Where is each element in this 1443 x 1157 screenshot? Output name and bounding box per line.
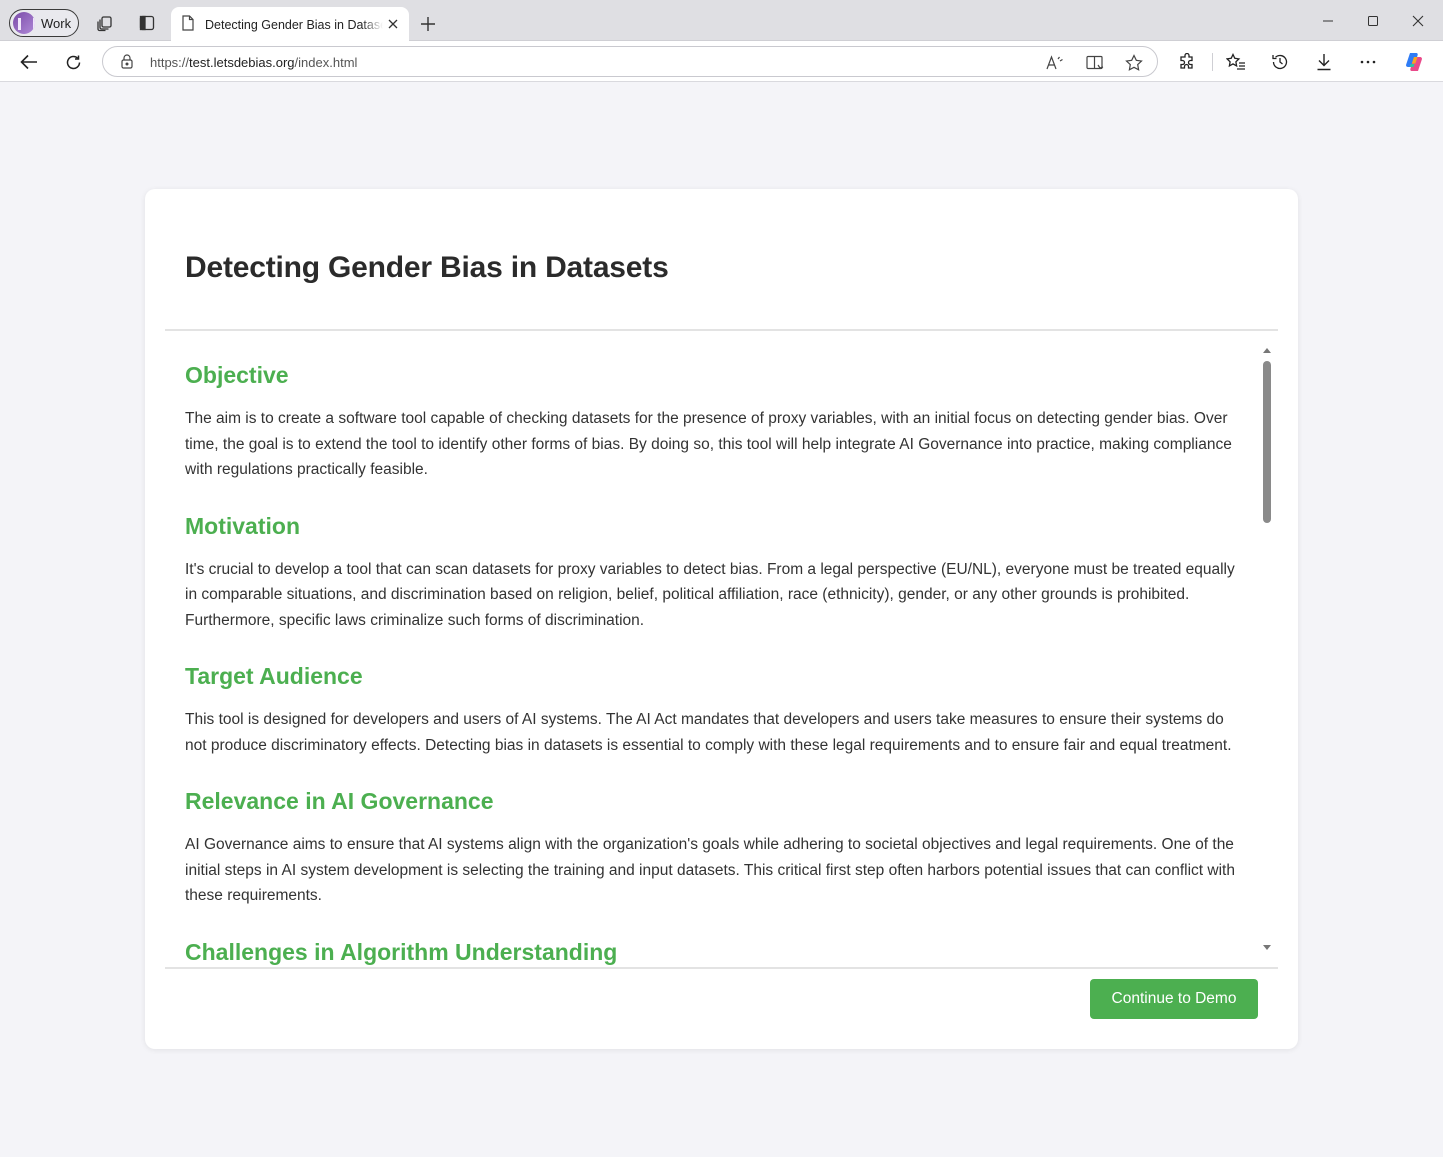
page-icon xyxy=(181,15,195,34)
favorites-icon[interactable] xyxy=(1225,51,1247,73)
maximize-icon[interactable] xyxy=(1361,9,1385,33)
lock-icon[interactable] xyxy=(121,54,133,74)
address-bar[interactable]: https://test.letsdebias.org/index.html xyxy=(102,46,1158,77)
more-icon[interactable] xyxy=(1357,51,1379,73)
section-heading: Target Audience xyxy=(185,663,363,689)
section-heading: Relevance in AI Governance xyxy=(185,788,494,814)
refresh-icon[interactable] xyxy=(62,51,84,73)
scroll-down-icon[interactable] xyxy=(1263,945,1271,950)
section-target-audience: Target Audience This tool is designed fo… xyxy=(185,661,1247,758)
section-challenges: Challenges in Algorithm Understanding xyxy=(185,937,1247,967)
section-text: It's crucial to develop a tool that can … xyxy=(185,560,1235,629)
section-relevance: Relevance in AI Governance AI Governance… xyxy=(185,786,1247,909)
workspaces-icon[interactable] xyxy=(94,12,116,34)
scrollbar-thumb[interactable] xyxy=(1263,361,1271,523)
scrollbar[interactable] xyxy=(1261,344,1273,954)
profile-label: Work xyxy=(41,15,72,31)
new-tab-icon[interactable] xyxy=(417,13,439,35)
section-text: The aim is to create a software tool cap… xyxy=(185,410,1232,478)
browser-toolbar: https://test.letsdebias.org/index.html xyxy=(0,41,1443,82)
content-card: Detecting Gender Bias in Datasets Object… xyxy=(145,189,1298,1049)
tab-title: Detecting Gender Bias in Datasets xyxy=(205,17,383,32)
scroll-up-icon[interactable] xyxy=(1263,348,1271,353)
tab-actions-icon[interactable] xyxy=(136,12,158,34)
header-divider xyxy=(165,329,1278,331)
window-close-icon[interactable] xyxy=(1406,9,1430,33)
url-text: https://test.letsdebias.org/index.html xyxy=(150,55,358,70)
section-heading: Objective xyxy=(185,362,289,388)
browser-titlebar: Work Detecting Gender Bias in Datasets xyxy=(0,0,1443,42)
footer-divider xyxy=(165,967,1278,969)
page-title: Detecting Gender Bias in Datasets xyxy=(185,251,669,284)
favorite-star-icon[interactable] xyxy=(1124,53,1144,73)
history-icon[interactable] xyxy=(1269,51,1291,73)
copilot-icon[interactable] xyxy=(1403,51,1425,73)
back-icon[interactable] xyxy=(18,51,40,73)
profile-avatar-icon xyxy=(13,12,35,34)
section-text: This tool is designed for developers and… xyxy=(185,711,1232,754)
scrollable-content[interactable]: Objective The aim is to create a softwar… xyxy=(165,332,1278,967)
immersive-reader-icon[interactable] xyxy=(1085,53,1105,73)
read-aloud-icon[interactable] xyxy=(1045,53,1065,73)
tab-active[interactable]: Detecting Gender Bias in Datasets xyxy=(171,7,409,42)
minimize-icon[interactable] xyxy=(1316,9,1340,33)
section-heading: Motivation xyxy=(185,512,300,539)
downloads-icon[interactable] xyxy=(1313,51,1335,73)
close-icon[interactable] xyxy=(385,16,401,32)
profile-button[interactable]: Work xyxy=(9,9,79,37)
toolbar-separator xyxy=(1212,53,1213,71)
section-motivation: Motivation It's crucial to develop a too… xyxy=(185,511,1247,634)
extensions-icon[interactable] xyxy=(1176,51,1198,73)
section-heading: Challenges in Algorithm Understanding xyxy=(185,938,618,965)
section-text: AI Governance aims to ensure that AI sys… xyxy=(185,836,1235,904)
section-objective: Objective The aim is to create a softwar… xyxy=(185,360,1247,483)
continue-to-demo-button[interactable]: Continue to Demo xyxy=(1090,979,1258,1019)
